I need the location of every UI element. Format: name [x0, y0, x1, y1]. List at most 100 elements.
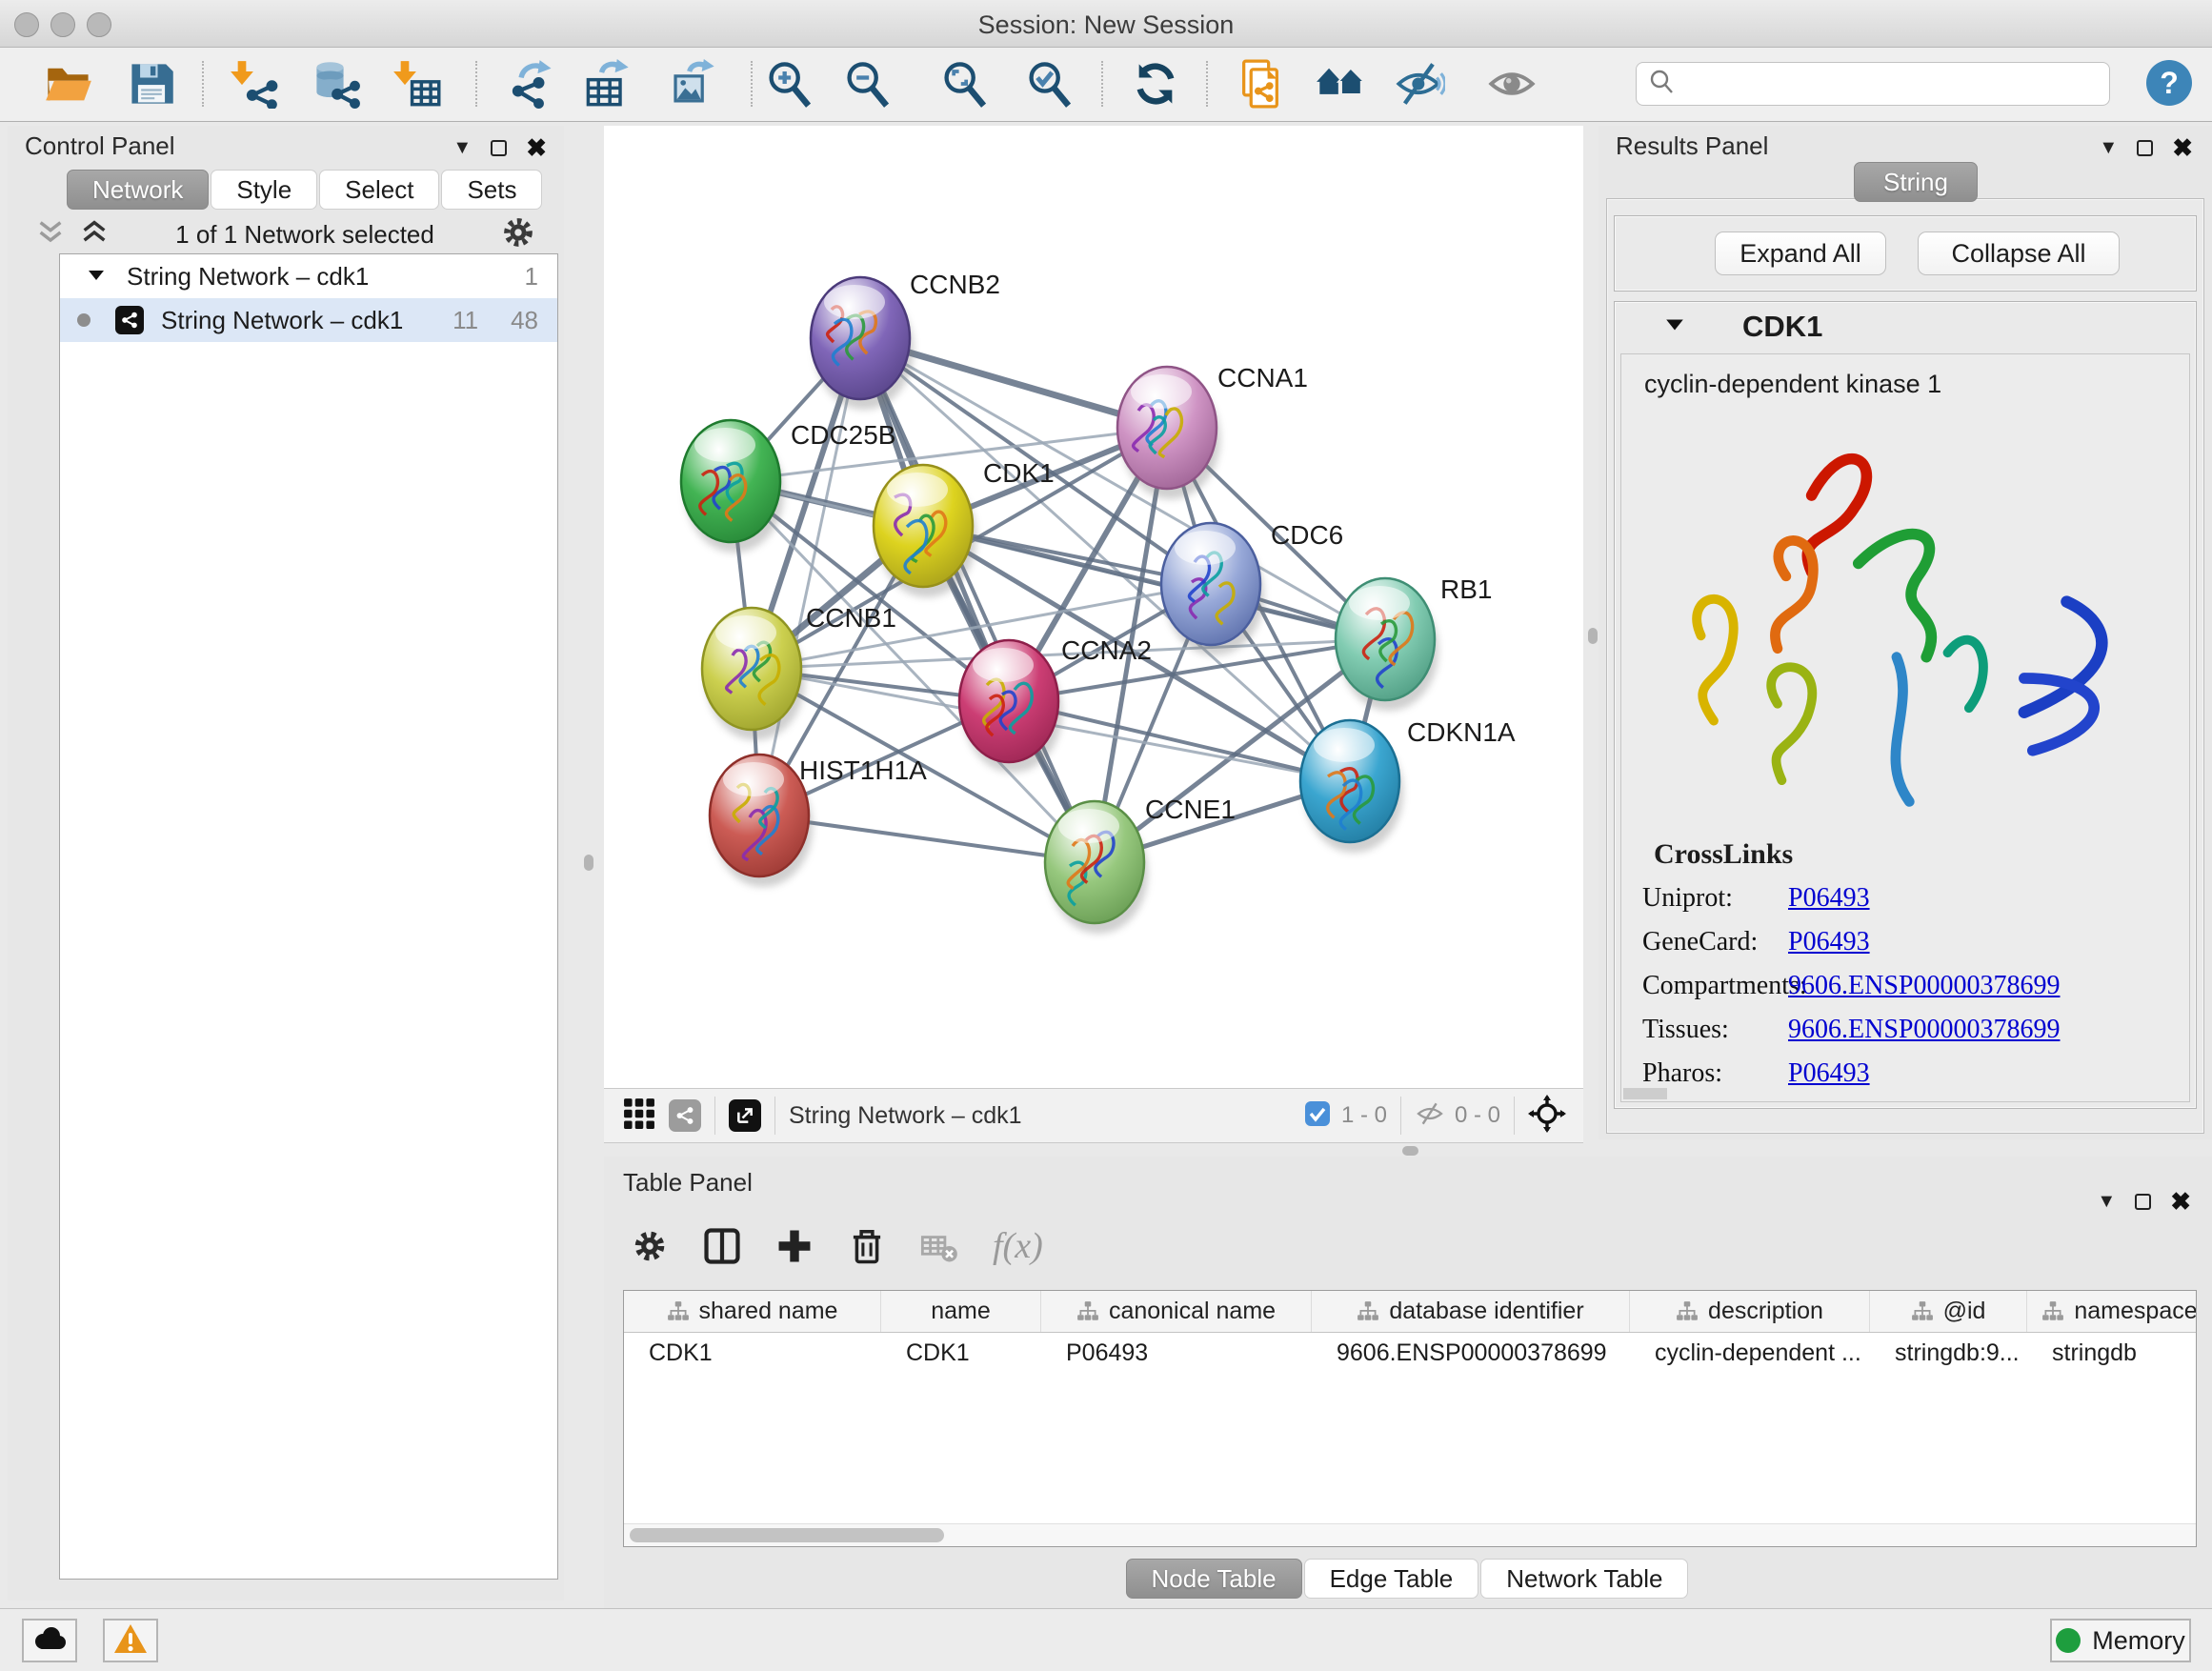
expand-all-icon[interactable] [80, 218, 109, 252]
panel-float-icon[interactable] [491, 140, 507, 156]
crosslink-value-link[interactable]: P06493 [1788, 883, 1870, 914]
table-hscrollbar[interactable] [624, 1523, 2196, 1546]
panel-menu-icon[interactable]: ▼ [2099, 137, 2118, 159]
birdseye-navigator-icon[interactable] [1528, 1095, 1566, 1137]
detach-view-icon[interactable] [729, 1099, 761, 1132]
network-view-canvas[interactable]: CCNB2CCNA1CDC25BCDK1CDC6RB1CCNB1CCNA2CDK… [604, 126, 1583, 1088]
node-CCNE1[interactable]: CCNE1 [1045, 795, 1236, 934]
search-input[interactable] [1684, 70, 2109, 97]
node-RB1[interactable]: RB1 [1336, 574, 1492, 711]
gear-icon[interactable] [501, 215, 535, 254]
crosslink-value-link[interactable]: 9606.ENSP00000378699 [1788, 1015, 2060, 1045]
zoom-fit-button[interactable] [939, 59, 989, 109]
org-chart-icon [1076, 1300, 1099, 1323]
zoom-selected-icon [1024, 96, 1074, 112]
string-home-button[interactable] [1316, 59, 1365, 109]
selected-checkbox-icon[interactable] [1303, 1099, 1332, 1133]
mini-scrollbar[interactable] [1623, 1088, 1667, 1099]
memory-button[interactable]: Memory [2050, 1619, 2191, 1662]
expand-all-button[interactable]: Expand All [1715, 232, 1886, 275]
table-row[interactable]: CDK1CDK1P064939606.ENSP00000378699cyclin… [624, 1333, 2196, 1373]
column-header-description[interactable]: description [1630, 1291, 1870, 1332]
export-table-button[interactable] [583, 59, 633, 109]
new-network-from-selection-button[interactable] [1236, 59, 1285, 109]
left-splitter-handle[interactable] [584, 855, 593, 871]
zoom-selected-button[interactable] [1024, 59, 1074, 109]
show-columns-icon[interactable] [703, 1227, 741, 1265]
tab-string[interactable]: String [1854, 162, 1978, 202]
node-CCNB2[interactable]: CCNB2 [811, 270, 1000, 410]
network-view-toolbar: String Network – cdk1 1 - 0 0 - 0 [604, 1088, 1583, 1143]
panel-float-icon[interactable] [2137, 140, 2153, 156]
warnings-button[interactable] [103, 1619, 158, 1662]
edge-CCNB2-HIST1H1A[interactable] [759, 338, 860, 815]
function-builder-icon[interactable]: f(x) [993, 1225, 1043, 1267]
zoom-out-icon [842, 96, 892, 112]
node-HIST1H1A[interactable]: HIST1H1A [710, 755, 927, 887]
panel-close-icon[interactable]: ✖ [2170, 1187, 2191, 1217]
column-header-shared-name[interactable]: shared name [624, 1291, 881, 1332]
node-CDKN1A[interactable]: CDKN1A [1300, 717, 1516, 853]
collapse-triangle-icon[interactable] [1664, 314, 1685, 340]
node-CDK1[interactable]: CDK1 [874, 458, 1055, 597]
create-column-plus-icon[interactable] [775, 1227, 814, 1265]
column-header-canonical-name[interactable]: canonical name [1041, 1291, 1312, 1332]
node-CDC6[interactable]: CDC6 [1161, 520, 1343, 655]
import-table-button[interactable] [392, 59, 442, 109]
open-session-button[interactable] [44, 59, 93, 109]
table-cell: 9606.ENSP00000378699 [1312, 1333, 1630, 1373]
column-header--id[interactable]: @id [1870, 1291, 2027, 1332]
node-CCNA1[interactable]: CCNA1 [1117, 363, 1308, 499]
collapse-all-button[interactable]: Collapse All [1918, 232, 2120, 275]
refresh-button[interactable] [1131, 59, 1180, 109]
crosslink-value-link[interactable]: P06493 [1788, 927, 1870, 957]
cloud-status-button[interactable] [22, 1619, 77, 1662]
hide-selected-button[interactable] [1396, 59, 1445, 109]
tab-edge-table[interactable]: Edge Table [1304, 1559, 1479, 1599]
crosslink-value-link[interactable]: P06493 [1788, 1058, 1870, 1089]
tree-expander-icon[interactable] [87, 262, 106, 292]
scrollbar-thumb[interactable] [630, 1528, 944, 1542]
network-share-view-icon[interactable] [669, 1099, 701, 1132]
help-button[interactable]: ? [2146, 60, 2192, 106]
show-all-button[interactable] [1487, 59, 1537, 109]
table-cell: P06493 [1041, 1333, 1312, 1373]
panel-menu-icon[interactable]: ▼ [2097, 1191, 2116, 1213]
crosslink-value-link[interactable]: 9606.ENSP00000378699 [1788, 971, 2060, 1001]
right-splitter-handle[interactable] [1588, 628, 1598, 644]
zoom-in-button[interactable] [764, 59, 814, 109]
bottom-splitter-handle[interactable] [1402, 1146, 1418, 1156]
tab-style[interactable]: Style [211, 170, 317, 210]
gene-panel-header[interactable]: CDK1 [1615, 302, 2196, 352]
table-settings-gear-icon[interactable] [631, 1227, 669, 1265]
panel-float-icon[interactable] [2135, 1194, 2151, 1210]
string-network-graph[interactable]: CCNB2CCNA1CDC25BCDK1CDC6RB1CCNB1CCNA2CDK… [604, 126, 1583, 1088]
node-CDC25B[interactable]: CDC25B [681, 420, 895, 553]
tab-network[interactable]: Network [67, 170, 209, 210]
column-header-database-identifier[interactable]: database identifier [1312, 1291, 1630, 1332]
export-image-button[interactable] [669, 59, 718, 109]
tab-sets[interactable]: Sets [441, 170, 542, 210]
tab-select[interactable]: Select [319, 170, 439, 210]
network-collection-row[interactable]: String Network – cdk1 1 [60, 254, 557, 298]
save-session-button[interactable] [127, 59, 176, 109]
delete-table-icon[interactable] [920, 1227, 958, 1265]
panel-close-icon[interactable]: ✖ [2172, 133, 2193, 163]
toolbar-search[interactable] [1636, 62, 2110, 106]
zoom-out-button[interactable] [842, 59, 892, 109]
panel-menu-icon[interactable]: ▼ [452, 137, 472, 159]
grid-view-icon[interactable] [623, 1097, 655, 1135]
network-row[interactable]: String Network – cdk1 11 48 [60, 298, 557, 342]
import-network-from-database-button[interactable] [312, 59, 361, 109]
export-network-button[interactable] [508, 59, 557, 109]
tab-node-table[interactable]: Node Table [1126, 1559, 1302, 1599]
delete-column-trash-icon[interactable] [848, 1227, 886, 1265]
panel-close-icon[interactable]: ✖ [526, 133, 547, 163]
import-network-button[interactable] [230, 59, 279, 109]
tab-network-table[interactable]: Network Table [1480, 1559, 1688, 1599]
column-header-name[interactable]: name [881, 1291, 1041, 1332]
node-label-CCNA1: CCNA1 [1217, 363, 1308, 393]
collapse-all-icon[interactable] [36, 218, 65, 252]
hidden-eye-slash-icon[interactable] [1415, 1098, 1445, 1134]
column-header-namespace[interactable]: namespace [2027, 1291, 2197, 1332]
